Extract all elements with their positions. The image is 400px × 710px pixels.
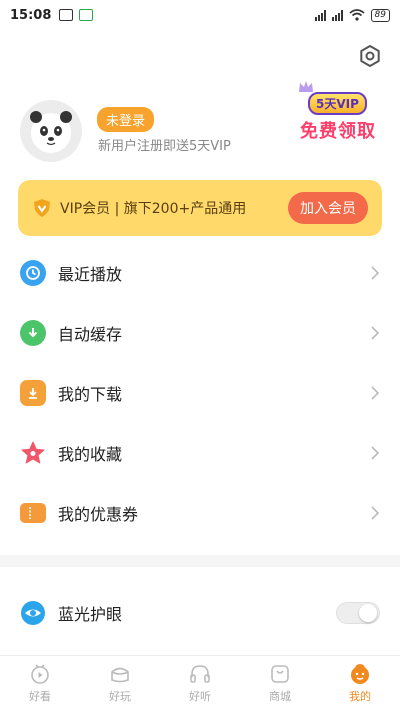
game-icon [111,667,129,683]
nav-label: 好玩 [109,690,131,703]
toggle-knob [359,604,377,622]
menu-label: 我的优惠券 [58,505,139,524]
chevron-right-icon [371,386,380,400]
profile-subtitle[interactable]: 新用户注册即送5天VIP [98,135,231,154]
tv-play-icon [31,664,49,684]
avatar[interactable] [20,100,82,162]
menu-item-my-favorites[interactable]: 我的收藏 [0,423,400,483]
menu-item-recent-play[interactable]: 最近播放 [0,243,400,303]
menu-label: 我的下载 [58,385,123,404]
nav-tab-haokan[interactable]: 好看 [0,656,80,710]
vip-membership-bar[interactable]: VIP会员 | 旗下200+产品通用 加入会员 [18,180,382,236]
signal-icon [314,9,326,21]
profile-face-icon [351,664,369,684]
clock-icon [20,260,46,286]
nav-label: 好听 [189,690,211,703]
vip-promo-banner[interactable]: 5天VIP 免费领取 [296,80,386,148]
menu-item-auto-cache[interactable]: 自动缓存 [0,303,400,363]
chevron-right-icon [371,266,380,280]
eye-icon [21,601,45,625]
eye-care-row: 蓝光护眼 [0,583,400,643]
coupon-icon [20,503,46,523]
panda-avatar-icon [30,111,72,153]
login-badge[interactable]: 未登录 [97,107,155,132]
menu-list: 最近播放 自动缓存 我的下载 我的收藏 我的优惠券 [0,243,400,543]
promo-text: 免费领取 [300,121,376,142]
wifi-icon [349,9,365,21]
nav-label: 我的 [349,690,371,703]
nav-label: 好看 [29,690,51,703]
nav-label: 商城 [269,690,291,703]
signal-2-icon [331,9,343,21]
shop-bag-icon [271,665,289,683]
star-icon [20,440,46,466]
menu-label: 我的收藏 [58,445,123,464]
promo-tag: 5天VIP [308,92,367,115]
bottom-nav: 好看 好玩 好听 商城 我的 [0,655,400,710]
nav-tab-shop[interactable]: 商城 [240,656,320,710]
status-bar: 15:08 89 [0,0,400,30]
menu-item-my-coupons[interactable]: 我的优惠券 [0,483,400,543]
vip-shield-icon [34,199,50,217]
notification-icon [59,9,74,21]
nav-tab-haowan[interactable]: 好玩 [80,656,160,710]
chevron-right-icon [371,506,380,520]
menu-label: 最近播放 [58,265,123,284]
eye-care-toggle[interactable] [336,602,380,624]
section-divider [0,555,400,567]
status-time: 15:08 [10,7,52,23]
nav-tab-haoting[interactable]: 好听 [160,656,240,710]
app-notification-icon [79,9,94,21]
download-cloud-icon [20,320,46,346]
nav-tab-mine[interactable]: 我的 [320,656,400,710]
chevron-right-icon [371,326,380,340]
chevron-right-icon [371,446,380,460]
eye-care-label: 蓝光护眼 [58,605,123,624]
headphones-icon [190,665,210,683]
join-membership-button[interactable]: 加入会员 [288,192,368,224]
menu-label: 自动缓存 [58,325,123,344]
menu-item-my-downloads[interactable]: 我的下载 [0,363,400,423]
vip-description: VIP会员 | 旗下200+产品通用 [60,201,247,217]
battery-icon: 89 [370,8,390,22]
download-icon [20,380,46,406]
crown-icon [299,81,313,92]
settings-gear-icon[interactable] [358,44,382,68]
